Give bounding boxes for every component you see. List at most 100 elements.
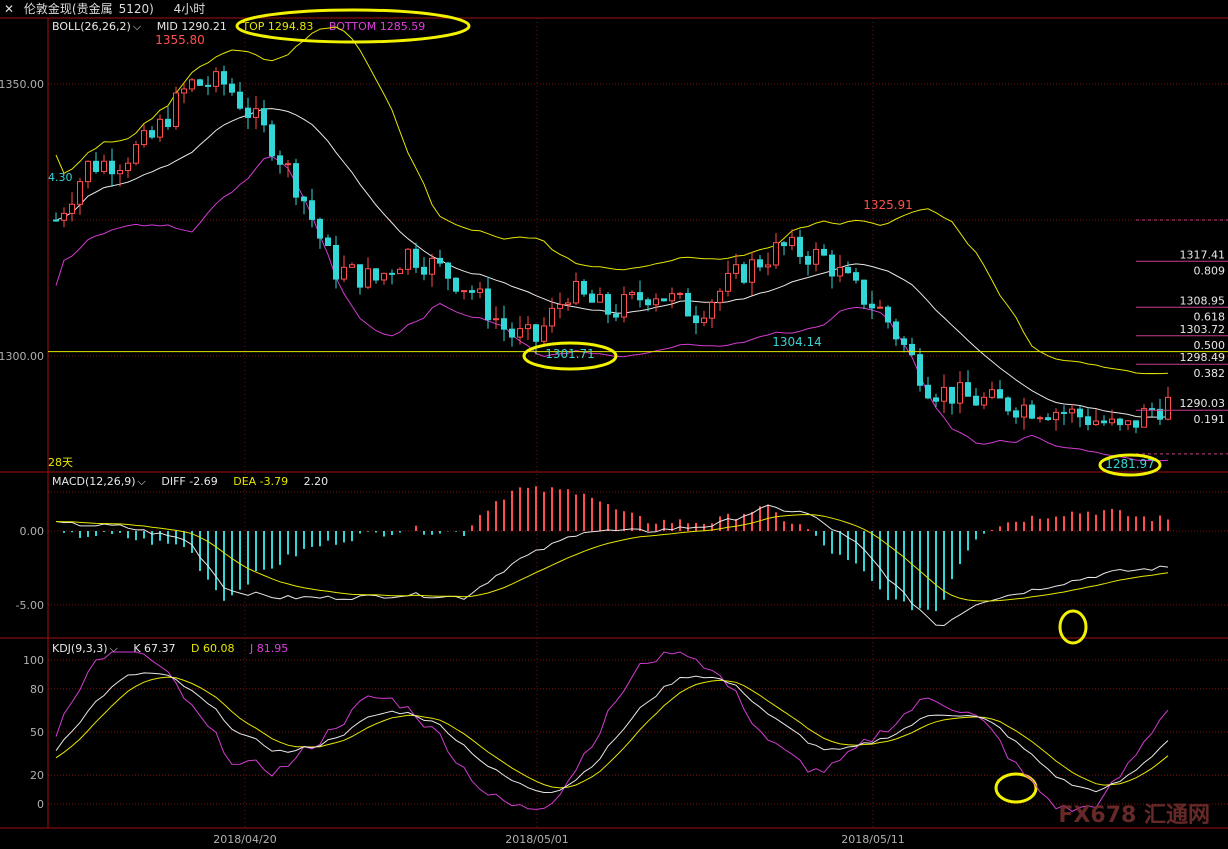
- candle-body[interactable]: [269, 124, 275, 157]
- candle-body[interactable]: [781, 242, 787, 247]
- candle-body[interactable]: [877, 306, 883, 309]
- candle-body[interactable]: [365, 268, 371, 288]
- candle-body[interactable]: [1101, 420, 1107, 424]
- candle-body[interactable]: [509, 328, 515, 338]
- candle-body[interactable]: [253, 108, 259, 118]
- candle-body[interactable]: [965, 382, 971, 397]
- candle-body[interactable]: [93, 160, 99, 172]
- candle-body[interactable]: [333, 244, 339, 280]
- candle-body[interactable]: [605, 294, 611, 315]
- candle-body[interactable]: [573, 280, 579, 304]
- candle-body[interactable]: [261, 108, 267, 126]
- candle-body[interactable]: [733, 264, 739, 274]
- candle-body[interactable]: [765, 264, 771, 268]
- candle-body[interactable]: [157, 118, 163, 138]
- candle-body[interactable]: [205, 84, 211, 87]
- stock-chart[interactable]: 1350.00 1300.00 0.00 -5.00 100 80 50 20 0 2018/04…: [0, 0, 1228, 849]
- candle-body[interactable]: [117, 169, 123, 175]
- candle-body[interactable]: [1093, 420, 1099, 426]
- candle-body[interactable]: [357, 264, 363, 288]
- candle-body[interactable]: [309, 200, 315, 220]
- candle-body[interactable]: [541, 325, 547, 342]
- candle-body[interactable]: [1037, 417, 1043, 420]
- candle-body[interactable]: [293, 163, 299, 198]
- candle-body[interactable]: [165, 118, 171, 128]
- candle-body[interactable]: [717, 290, 723, 303]
- candle-body[interactable]: [989, 389, 995, 398]
- candle-body[interactable]: [453, 277, 459, 292]
- candle-body[interactable]: [317, 218, 323, 239]
- candle-body[interactable]: [581, 280, 587, 295]
- candle-body[interactable]: [469, 290, 475, 293]
- candle-body[interactable]: [1021, 404, 1027, 418]
- candle-body[interactable]: [61, 212, 67, 221]
- candle-body[interactable]: [197, 79, 203, 86]
- candle-body[interactable]: [237, 91, 243, 109]
- candle-body[interactable]: [789, 236, 795, 247]
- candle-body[interactable]: [645, 299, 651, 306]
- candle-body[interactable]: [1157, 408, 1163, 420]
- candle-body[interactable]: [925, 384, 931, 399]
- candle-body[interactable]: [381, 272, 387, 281]
- candle-body[interactable]: [1141, 408, 1147, 428]
- candle-body[interactable]: [557, 303, 563, 309]
- candle-body[interactable]: [181, 88, 187, 94]
- candle-body[interactable]: [53, 219, 59, 222]
- candle-body[interactable]: [389, 272, 395, 275]
- candle-body[interactable]: [589, 293, 595, 303]
- candle-body[interactable]: [461, 290, 467, 293]
- candle-body[interactable]: [933, 397, 939, 402]
- candle-body[interactable]: [429, 257, 435, 275]
- candle-body[interactable]: [1029, 404, 1035, 419]
- candle-body[interactable]: [1077, 408, 1083, 418]
- candle-body[interactable]: [141, 130, 147, 146]
- candle-body[interactable]: [941, 386, 947, 402]
- candle-body[interactable]: [533, 324, 539, 342]
- candle-body[interactable]: [485, 288, 491, 321]
- candle-body[interactable]: [229, 83, 235, 93]
- candle-body[interactable]: [1165, 396, 1171, 420]
- candle-body[interactable]: [421, 266, 427, 275]
- candle-body[interactable]: [829, 254, 835, 277]
- candle-body[interactable]: [445, 262, 451, 279]
- candle-body[interactable]: [437, 257, 443, 264]
- candle-body[interactable]: [373, 268, 379, 281]
- candle-body[interactable]: [477, 288, 483, 293]
- candle-body[interactable]: [189, 79, 195, 90]
- candle-body[interactable]: [413, 248, 419, 268]
- candle-body[interactable]: [917, 354, 923, 386]
- candle-body[interactable]: [845, 266, 851, 274]
- candle-body[interactable]: [173, 92, 179, 128]
- candle-body[interactable]: [1053, 411, 1059, 421]
- candle-body[interactable]: [869, 303, 875, 309]
- candle-body[interactable]: [725, 272, 731, 292]
- candle-body[interactable]: [213, 71, 219, 87]
- candle-body[interactable]: [277, 155, 283, 165]
- candle-body[interactable]: [133, 144, 139, 164]
- candle-body[interactable]: [749, 259, 755, 283]
- candle-body[interactable]: [973, 395, 979, 406]
- candle-body[interactable]: [149, 130, 155, 138]
- candle-body[interactable]: [893, 321, 899, 340]
- candle-body[interactable]: [813, 248, 819, 265]
- candle-body[interactable]: [1117, 418, 1123, 426]
- candle-body[interactable]: [741, 264, 747, 283]
- candle-body[interactable]: [1125, 420, 1131, 426]
- candle-body[interactable]: [797, 236, 803, 257]
- candle-body[interactable]: [981, 396, 987, 406]
- candle-body[interactable]: [341, 266, 347, 280]
- candle-body[interactable]: [901, 338, 907, 345]
- candle-body[interactable]: [245, 107, 251, 118]
- candle-body[interactable]: [701, 317, 707, 324]
- candle-body[interactable]: [661, 298, 667, 302]
- candle-body[interactable]: [693, 315, 699, 324]
- candle-body[interactable]: [1109, 418, 1115, 424]
- candle-body[interactable]: [597, 294, 603, 303]
- candle-body[interactable]: [949, 386, 955, 404]
- candle-body[interactable]: [1149, 408, 1155, 411]
- candle-body[interactable]: [1069, 408, 1075, 414]
- candle-body[interactable]: [325, 237, 331, 246]
- candle-body[interactable]: [885, 306, 891, 323]
- candle-body[interactable]: [85, 160, 91, 183]
- candle-body[interactable]: [109, 160, 115, 175]
